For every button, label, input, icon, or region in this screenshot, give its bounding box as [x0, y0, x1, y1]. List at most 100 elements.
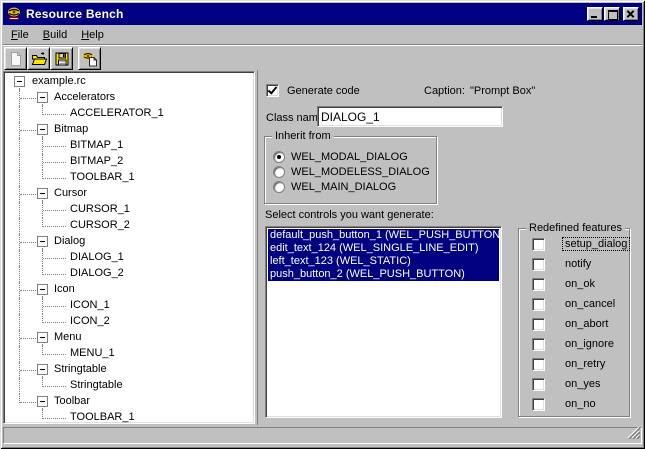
radio-button[interactable] — [273, 181, 285, 193]
tree-node-icon-13[interactable]: Icon — [6, 282, 252, 298]
tree-node-label[interactable]: Stringtable — [70, 379, 123, 391]
controls-list-label: Select controls you want generate: — [265, 209, 434, 221]
checkbox-on-ok[interactable] — [532, 278, 545, 291]
toolbar-button-new-document[interactable] — [4, 47, 27, 70]
tree-node-label[interactable]: CURSOR_2 — [70, 219, 130, 231]
radio-button[interactable] — [273, 166, 285, 178]
tree-node-label[interactable]: Stringtable — [54, 363, 107, 375]
tree-node-menu-16[interactable]: Menu — [6, 330, 252, 346]
tree-node-accelerators-1[interactable]: Accelerators — [6, 90, 252, 106]
menu-item-file[interactable]: File — [4, 27, 36, 43]
tree-node-dialog-1-11[interactable]: DIALOG_1 — [6, 250, 252, 266]
tree-node-label[interactable]: ICON_1 — [70, 299, 110, 311]
tree-node-cursor-7[interactable]: Cursor — [6, 186, 252, 202]
checkbox-on-yes[interactable] — [532, 378, 545, 391]
feature-label-on-no[interactable]: on_no — [565, 398, 596, 410]
tree-node-bitmap-3[interactable]: Bitmap — [6, 122, 252, 138]
tree-node-label[interactable]: ICON_2 — [70, 315, 110, 327]
listbox-item-edit-text-124[interactable]: edit_text_124 (WEL_SINGLE_LINE_EDIT) — [268, 242, 499, 255]
class-name-input[interactable] — [317, 106, 503, 127]
tree-node-label[interactable]: example.rc — [32, 75, 86, 87]
feature-label-notify[interactable]: notify — [565, 258, 591, 270]
checkbox-on-ignore[interactable] — [532, 338, 545, 351]
controls-listbox[interactable]: default_push_button_1 (WEL_PUSH_BUTTON)e… — [265, 226, 502, 418]
radio-option-wel-modeless-dialog[interactable]: WEL_MODELESS_DIALOG — [273, 165, 430, 179]
listbox-item-default-push-button-1[interactable]: default_push_button_1 (WEL_PUSH_BUTTON) — [268, 229, 499, 242]
menu-item-build[interactable]: Build — [36, 27, 74, 43]
tree-node-dialog-2-12[interactable]: DIALOG_2 — [6, 266, 252, 282]
collapse-box[interactable] — [37, 92, 48, 103]
checkbox-notify[interactable] — [532, 258, 545, 271]
feature-label-on-ok[interactable]: on_ok — [565, 278, 595, 290]
tree-node-label[interactable]: DIALOG_2 — [70, 267, 124, 279]
tree-node-label[interactable]: BITMAP_1 — [70, 139, 123, 151]
radio-button[interactable] — [273, 151, 285, 163]
tree-node-label[interactable]: Bitmap — [54, 123, 88, 135]
tree-node-label[interactable]: Accelerators — [54, 91, 115, 103]
checkbox-setup-dialog[interactable] — [532, 238, 545, 251]
collapse-box[interactable] — [37, 236, 48, 247]
checkbox-on-abort[interactable] — [532, 318, 545, 331]
tree-node-accelerator-1-2[interactable]: ACCELERATOR_1 — [6, 106, 252, 122]
listbox-item-push-button-2[interactable]: push_button_2 (WEL_PUSH_BUTTON) — [268, 268, 499, 281]
collapse-box[interactable] — [37, 332, 48, 343]
checkbox-on-retry[interactable] — [532, 358, 545, 371]
menu-item-help[interactable]: Help — [74, 27, 111, 43]
feature-label-setup-dialog[interactable]: setup_dialog — [563, 238, 629, 250]
feature-label-on-retry[interactable]: on_retry — [565, 358, 605, 370]
checkbox-on-no[interactable] — [532, 398, 545, 411]
tree-node-label[interactable]: TOOLBAR_1 — [70, 411, 135, 423]
toolbar-button-build[interactable] — [78, 47, 101, 70]
feature-label-on-cancel[interactable]: on_cancel — [565, 298, 615, 310]
tree-node-stringtable-18[interactable]: Stringtable — [6, 362, 252, 378]
radio-option-wel-modal-dialog[interactable]: WEL_MODAL_DIALOG — [273, 150, 408, 164]
collapse-box[interactable] — [37, 364, 48, 375]
generate-code-label[interactable]: Generate code — [287, 85, 360, 97]
tree-node-label[interactable]: TOOLBAR_1 — [70, 171, 135, 183]
tree-node-label[interactable]: Icon — [54, 283, 75, 295]
tree-node-bitmap-1-4[interactable]: BITMAP_1 — [6, 138, 252, 154]
tree-node-stringtable-19[interactable]: Stringtable — [6, 378, 252, 394]
close-button[interactable] — [623, 7, 639, 21]
listbox-item-left-text-123[interactable]: left_text_123 (WEL_STATIC) — [268, 255, 499, 268]
collapse-box[interactable] — [14, 76, 25, 87]
resource-tree[interactable]: example.rc Accelerators ACCELERATOR_1 Bitma… — [3, 71, 255, 424]
toolbar-button-open-folder[interactable] — [27, 47, 50, 70]
resize-grip[interactable] — [627, 426, 640, 442]
tree-node-dialog-10[interactable]: Dialog — [6, 234, 252, 250]
feature-label-on-abort[interactable]: on_abort — [565, 318, 608, 330]
tree-node-toolbar-20[interactable]: Toolbar — [6, 394, 252, 410]
minimize-button[interactable] — [587, 7, 603, 21]
generate-code-checkbox[interactable] — [266, 84, 279, 97]
tree-node-cursor-1-8[interactable]: CURSOR_1 — [6, 202, 252, 218]
toolbar — [4, 47, 101, 70]
tree-node-label[interactable]: CURSOR_1 — [70, 203, 130, 215]
collapse-box[interactable] — [37, 284, 48, 295]
checkbox-on-cancel[interactable] — [532, 298, 545, 311]
tree-node-cursor-2-9[interactable]: CURSOR_2 — [6, 218, 252, 234]
tree-node-label[interactable]: Dialog — [54, 235, 85, 247]
tree-node-toolbar-1-21[interactable]: TOOLBAR_1 — [6, 410, 252, 424]
collapse-box[interactable] — [37, 188, 48, 199]
feature-label-on-yes[interactable]: on_yes — [565, 378, 600, 390]
collapse-box[interactable] — [37, 396, 48, 407]
toolbar-button-save[interactable] — [50, 47, 73, 70]
tree-node-menu-1-17[interactable]: MENU_1 — [6, 346, 252, 362]
tree-node-label[interactable]: ACCELERATOR_1 — [70, 107, 164, 119]
collapse-box[interactable] — [37, 124, 48, 135]
tree-node-icon-1-14[interactable]: ICON_1 — [6, 298, 252, 314]
tree-node-label[interactable]: BITMAP_2 — [70, 155, 123, 167]
tree-node-icon-2-15[interactable]: ICON_2 — [6, 314, 252, 330]
tree-node-label[interactable]: MENU_1 — [70, 347, 115, 359]
title-bar[interactable]: Resource Bench — [3, 3, 642, 25]
tree-node-label[interactable]: Menu — [54, 331, 82, 343]
radio-option-wel-main-dialog[interactable]: WEL_MAIN_DIALOG — [273, 180, 396, 194]
tree-node-toolbar-1-6[interactable]: TOOLBAR_1 — [6, 170, 252, 186]
tree-node-label[interactable]: DIALOG_1 — [70, 251, 124, 263]
feature-label-on-ignore[interactable]: on_ignore — [565, 338, 614, 350]
tree-node-label[interactable]: Cursor — [54, 187, 87, 199]
tree-node-label[interactable]: Toolbar — [54, 395, 90, 407]
maximize-button[interactable] — [604, 7, 620, 21]
tree-node-example-rc-0[interactable]: example.rc — [6, 74, 252, 90]
tree-node-bitmap-2-5[interactable]: BITMAP_2 — [6, 154, 252, 170]
